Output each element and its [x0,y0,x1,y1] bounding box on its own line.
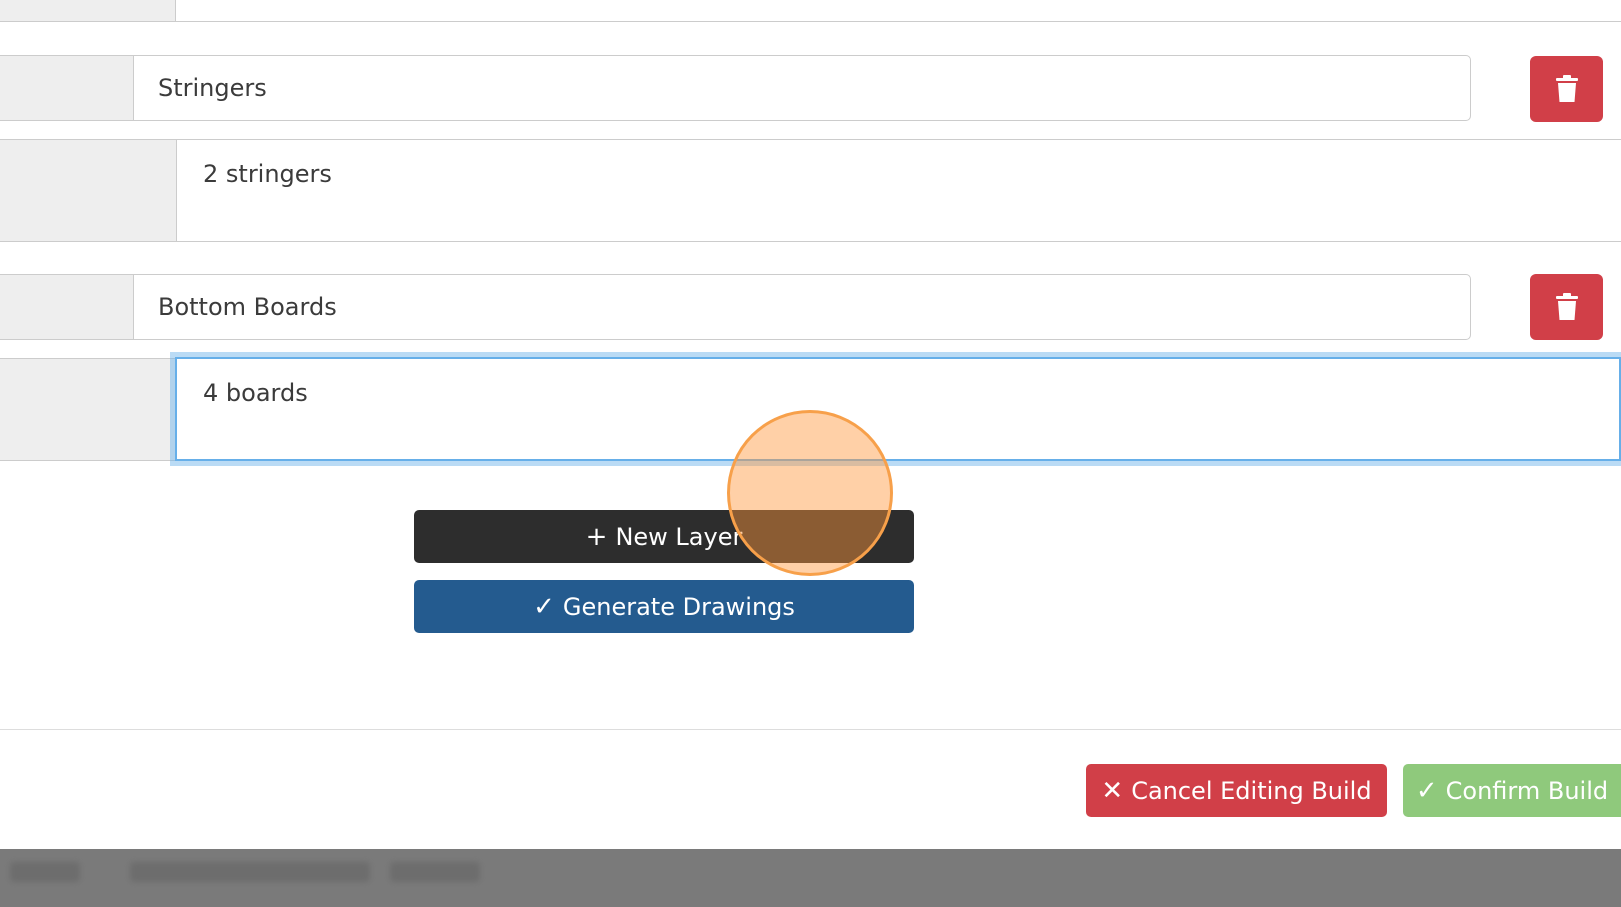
delete-layer-button[interactable] [1530,56,1603,122]
trash-icon [1555,75,1578,102]
footer-divider [0,729,1621,730]
cancel-editing-build-label: Cancel Editing Build [1131,776,1372,805]
layer-name-addon [0,55,134,121]
generate-drawings-label: Generate Drawings [562,592,795,621]
generate-drawings-button[interactable]: ✓ Generate Drawings [414,580,914,633]
layer-description-previous[interactable] [176,0,1621,22]
new-layer-button[interactable]: + New Layer [414,510,914,563]
check-icon: ✓ [533,591,555,622]
layer-name-value: Bottom Boards [158,293,337,321]
layer-name-addon [0,274,134,340]
blurred-text-block [130,862,370,882]
delete-layer-button[interactable] [1530,274,1603,340]
confirm-build-button[interactable]: ✓ Confirm Build [1403,764,1621,817]
confirm-build-label: Confirm Build [1445,776,1609,805]
blurred-text-block [10,862,80,882]
layer-description-textarea[interactable]: 4 boards [175,357,1621,461]
blurred-text-block [390,862,480,882]
cancel-editing-build-button[interactable]: ✕ Cancel Editing Build [1086,764,1387,817]
layer-description-textarea[interactable]: 2 stringers [176,139,1621,242]
layer-description-addon [0,139,177,242]
trash-icon [1555,293,1578,320]
layer-name-input[interactable]: Bottom Boards [133,274,1471,340]
layer-description-value: 2 stringers [203,160,332,188]
layer-description-value: 4 boards [203,379,308,407]
close-icon: ✕ [1101,775,1124,806]
plus-icon: + [585,521,608,552]
new-layer-label: New Layer [615,522,743,551]
layer-description-addon [0,358,177,461]
check-icon: ✓ [1415,775,1438,806]
layer-name-value: Stringers [158,74,267,102]
layer-addon-previous [0,0,176,22]
layer-name-input[interactable]: Stringers [133,55,1471,121]
